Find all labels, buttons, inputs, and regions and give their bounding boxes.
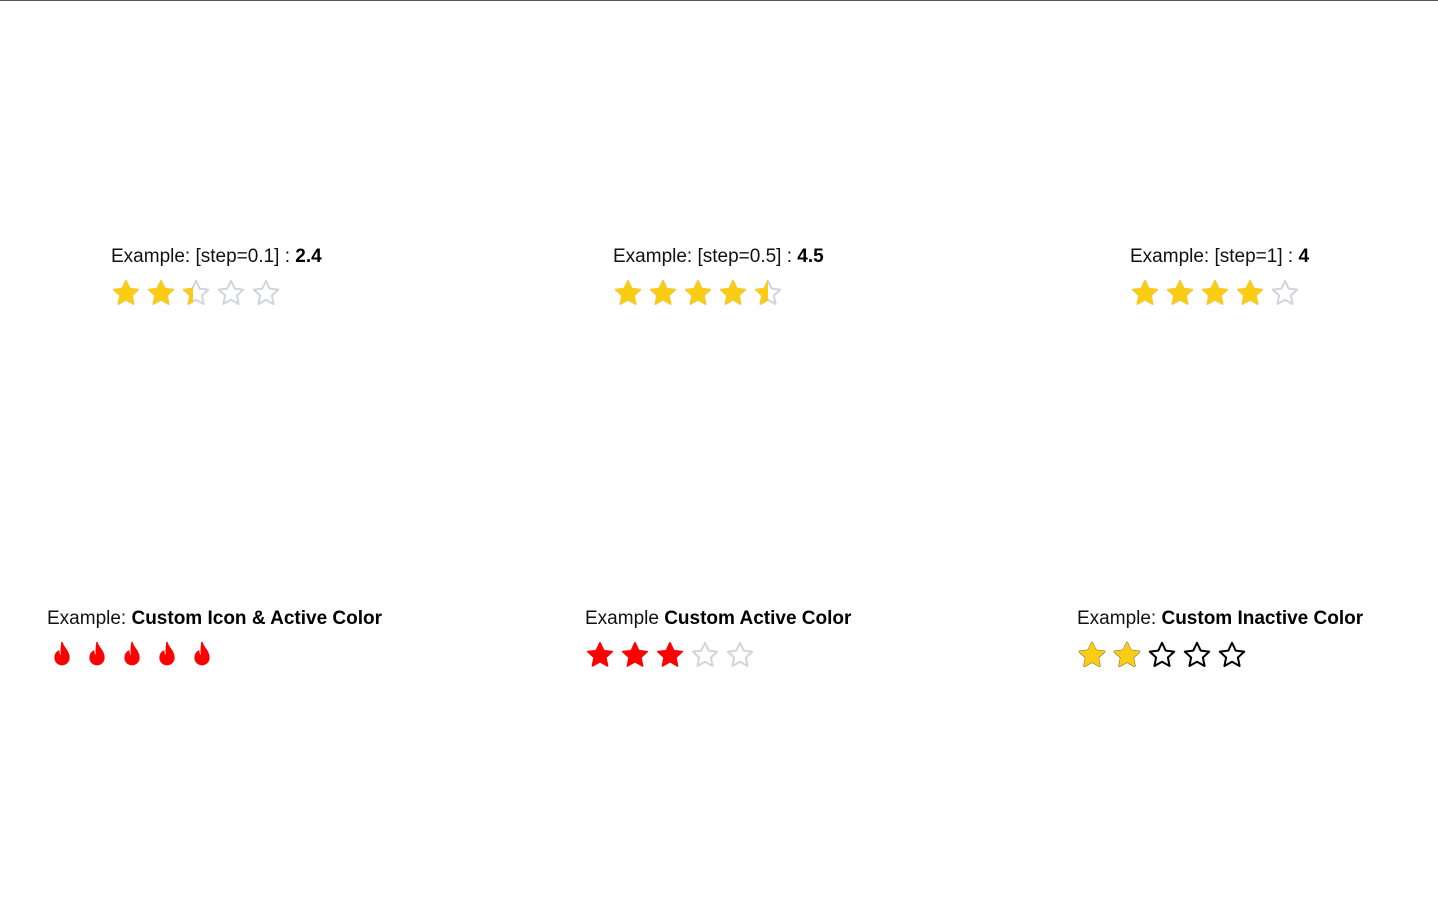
example-value: 4 <box>1298 246 1310 267</box>
star-icon[interactable] <box>181 278 211 308</box>
star-rating[interactable] <box>1077 640 1363 670</box>
example-value: Custom Active Color <box>664 608 852 629</box>
example-step-0-1: Example: [step=0.1] : 2.4 <box>111 246 322 308</box>
example-custom-active-color: Example Custom Active Color <box>585 608 851 670</box>
example-custom-icon: Example: Custom Icon & Active Color <box>47 608 382 670</box>
example-value: 2.4 <box>295 246 322 267</box>
star-icon[interactable] <box>1147 640 1177 670</box>
example-value: Custom Inactive Color <box>1161 608 1364 629</box>
example-prefix: Example: [step=0.1] : <box>111 246 296 267</box>
flame-icon[interactable] <box>152 640 182 670</box>
star-rating[interactable] <box>1130 278 1309 308</box>
example-prefix: Example: [step=0.5] : <box>613 246 798 267</box>
example-step-1: Example: [step=1] : 4 <box>1130 246 1309 308</box>
example-value: Custom Icon & Active Color <box>131 608 383 629</box>
star-icon[interactable] <box>1217 640 1247 670</box>
example-label: Example: [step=0.5] : 4.5 <box>613 246 824 268</box>
flame-icon[interactable] <box>82 640 112 670</box>
star-icon[interactable] <box>1235 278 1265 308</box>
star-icon[interactable] <box>216 278 246 308</box>
star-icon[interactable] <box>683 278 713 308</box>
star-icon[interactable] <box>753 278 783 308</box>
star-icon[interactable] <box>1182 640 1212 670</box>
star-icon[interactable] <box>725 640 755 670</box>
star-icon[interactable] <box>146 278 176 308</box>
example-prefix: Example: <box>47 608 132 629</box>
star-icon[interactable] <box>585 640 615 670</box>
example-prefix: Example <box>585 608 665 629</box>
star-icon[interactable] <box>690 640 720 670</box>
star-rating[interactable] <box>613 278 824 308</box>
star-icon[interactable] <box>1130 278 1160 308</box>
example-prefix: Example: [step=1] : <box>1130 246 1299 267</box>
star-rating[interactable] <box>111 278 322 308</box>
star-icon[interactable] <box>613 278 643 308</box>
star-icon[interactable] <box>620 640 650 670</box>
flame-icon[interactable] <box>187 640 217 670</box>
star-icon[interactable] <box>718 278 748 308</box>
flame-rating[interactable] <box>47 640 382 670</box>
star-icon[interactable] <box>1165 278 1195 308</box>
example-prefix: Example: <box>1077 608 1162 629</box>
star-icon[interactable] <box>1270 278 1300 308</box>
example-label: Example Custom Active Color <box>585 608 851 630</box>
flame-icon[interactable] <box>47 640 77 670</box>
star-icon[interactable] <box>251 278 281 308</box>
star-icon[interactable] <box>655 640 685 670</box>
example-label: Example: [step=1] : 4 <box>1130 246 1309 268</box>
star-icon[interactable] <box>648 278 678 308</box>
example-custom-inactive-color: Example: Custom Inactive Color <box>1077 608 1363 670</box>
flame-icon[interactable] <box>117 640 147 670</box>
example-value: 4.5 <box>797 246 824 267</box>
star-icon[interactable] <box>1077 640 1107 670</box>
star-icon[interactable] <box>1200 278 1230 308</box>
example-label: Example: Custom Inactive Color <box>1077 608 1363 630</box>
star-rating[interactable] <box>585 640 851 670</box>
example-label: Example: Custom Icon & Active Color <box>47 608 382 630</box>
top-border <box>0 0 1438 1</box>
star-icon[interactable] <box>1112 640 1142 670</box>
example-label: Example: [step=0.1] : 2.4 <box>111 246 322 268</box>
star-icon[interactable] <box>111 278 141 308</box>
example-step-0-5: Example: [step=0.5] : 4.5 <box>613 246 824 308</box>
